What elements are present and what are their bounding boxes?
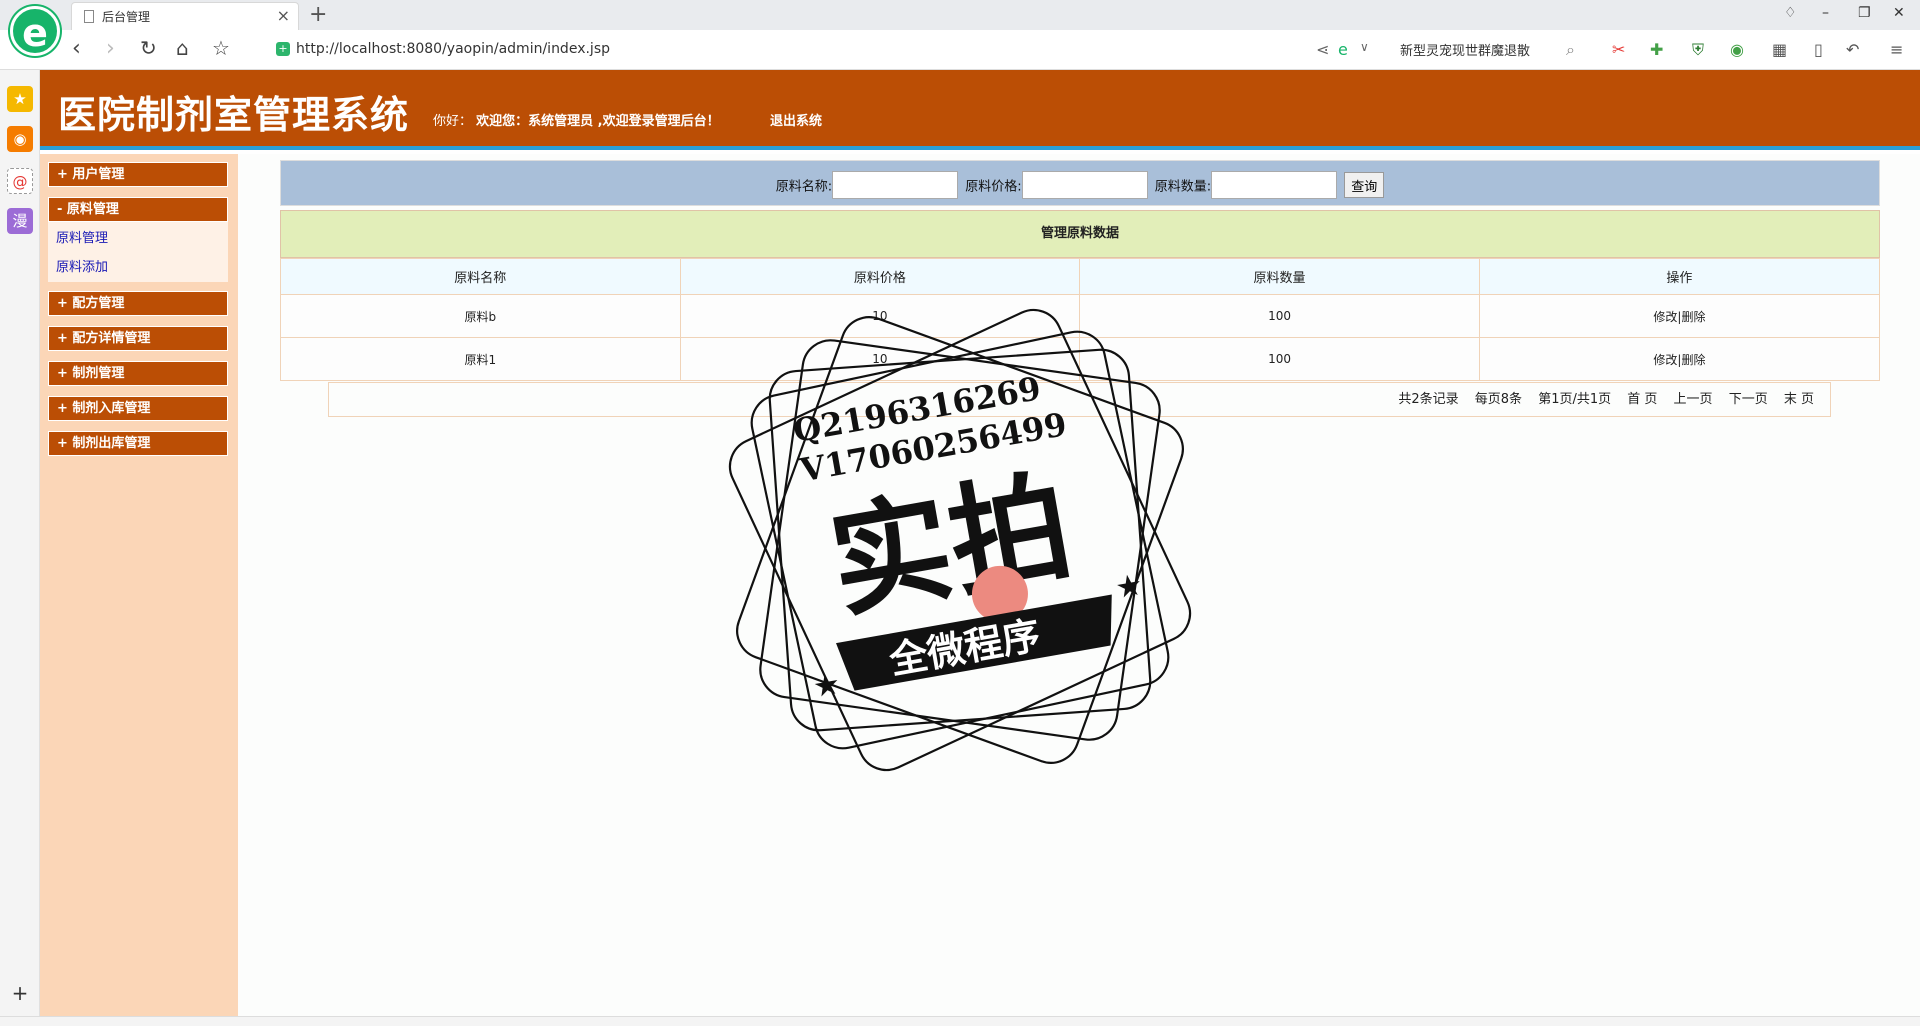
address-bar: ‹ › ↻ ⌂ ☆ + http://localhost:8080/yaopin… — [0, 30, 1920, 70]
col-name: 原料名称 — [280, 258, 681, 295]
weibo-icon[interactable]: ◉ — [7, 126, 33, 152]
pager-next[interactable]: 下一页 — [1729, 392, 1768, 407]
favorite-star-icon[interactable]: ☆ — [212, 36, 230, 60]
star-icon[interactable]: ★ — [7, 86, 33, 112]
menu-formula[interactable]: + 配方管理 — [48, 291, 228, 316]
mail-icon[interactable]: @ — [7, 168, 33, 194]
greeting-prefix: 你好： — [433, 114, 473, 129]
browser-logo-icon: e — [10, 6, 60, 56]
tab-title: 后台管理 — [102, 10, 151, 24]
page-title: 医院制剂室管理系统 — [58, 93, 410, 137]
qty-label: 原料数量: — [1154, 179, 1212, 195]
pager-total: 共2条记录 — [1398, 392, 1459, 407]
game-icon[interactable]: ◉ — [1730, 40, 1744, 59]
price-input[interactable] — [1021, 171, 1148, 199]
pager-page-info: 第1页/共1页 — [1538, 392, 1612, 407]
col-ops: 操作 — [1478, 258, 1881, 295]
extension-icon[interactable]: ✚ — [1650, 40, 1663, 59]
minimize-icon[interactable]: – — [1822, 5, 1829, 21]
menu-icon[interactable]: ≡ — [1890, 40, 1903, 59]
col-qty: 原料数量 — [1079, 258, 1480, 295]
ie-mode-icon[interactable]: e — [1338, 40, 1348, 59]
share-icon[interactable]: ⋖ — [1316, 40, 1329, 59]
chevron-down-icon[interactable]: ∨ — [1360, 40, 1369, 54]
submenu-material-manage[interactable]: 原料管理 — [56, 227, 108, 246]
home-icon[interactable]: ⌂ — [176, 36, 189, 60]
apps-icon[interactable]: ▦ — [1772, 40, 1787, 59]
greeting: 你好： 欢迎您：系统管理员 ,欢迎登录管理后台！ — [433, 110, 720, 129]
pager-per-page: 每页8条 — [1474, 392, 1523, 407]
pager-last[interactable]: 末 页 — [1784, 392, 1814, 407]
cell-name: 原料b — [280, 294, 681, 338]
edit-link[interactable]: 修改 — [1653, 353, 1677, 367]
comic-icon[interactable]: 漫 — [7, 208, 33, 234]
table-title: 管理原料数据 — [280, 210, 1880, 258]
add-icon[interactable]: + — [7, 980, 33, 1006]
qty-input[interactable] — [1211, 171, 1338, 199]
browser-tabbar: e 后台管理 × + ♢ – ❐ ✕ — [0, 0, 1920, 56]
delete-link[interactable]: 删除 — [1681, 310, 1705, 324]
back-icon[interactable]: ‹ — [72, 36, 81, 61]
close-window-icon[interactable]: ✕ — [1893, 5, 1905, 21]
search-input[interactable]: 新型灵宠现世群魔退散 — [1400, 40, 1530, 59]
menu-stock-out[interactable]: + 制剂出库管理 — [48, 431, 228, 456]
browser-tab[interactable]: 后台管理 × — [71, 2, 299, 30]
status-bar — [0, 1016, 1920, 1026]
logout-link[interactable]: 退出系统 — [770, 110, 822, 129]
edit-link[interactable]: 修改 — [1653, 310, 1677, 324]
forward-icon[interactable]: › — [106, 36, 115, 61]
menu-formula-detail[interactable]: + 配方详情管理 — [48, 326, 228, 351]
app-header: 医院制剂室管理系统 你好： 欢迎您：系统管理员 ,欢迎登录管理后台！ 退出系统 — [40, 70, 1920, 150]
url-field[interactable]: http://localhost:8080/yaopin/admin/index… — [296, 41, 610, 57]
secure-shield-icon: + — [276, 42, 290, 56]
menu-user[interactable]: + 用户管理 — [48, 162, 228, 187]
name-input[interactable] — [832, 171, 959, 199]
col-price: 原料价格 — [679, 258, 1081, 295]
reload-icon[interactable]: ↻ — [140, 36, 157, 60]
pager-first[interactable]: 首 页 — [1627, 392, 1657, 407]
search-bar: 原料名称: 原料价格: 原料数量: 查询 — [280, 160, 1880, 206]
greeting-text: 欢迎您：系统管理员 ,欢迎登录管理后台！ — [476, 114, 720, 129]
material-submenu: 原料管理 原料添加 — [48, 222, 228, 282]
shield-icon[interactable]: ⛨ — [1692, 40, 1704, 60]
cell-ops: 修改|删除 — [1478, 337, 1881, 381]
watermark-stamp: Q2196316269 V17060256499 实拍 全微程序 ★ ★ — [728, 308, 1192, 772]
scissors-icon[interactable]: ✂ — [1612, 40, 1625, 59]
submenu-material-add[interactable]: 原料添加 — [56, 256, 108, 275]
new-tab-icon[interactable]: + — [309, 2, 327, 27]
cell-ops: 修改|删除 — [1478, 294, 1881, 338]
undo-icon[interactable]: ↶ — [1846, 40, 1859, 59]
page-icon — [84, 10, 94, 23]
menu-material[interactable]: - 原料管理 — [48, 197, 228, 222]
search-icon[interactable]: ⌕ — [1566, 40, 1575, 60]
menu-stock-in[interactable]: + 制剂入库管理 — [48, 396, 228, 421]
skin-icon[interactable]: ♢ — [1784, 5, 1797, 21]
close-icon[interactable]: × — [277, 6, 290, 25]
delete-link[interactable]: 删除 — [1681, 353, 1705, 367]
star-left-icon: ★ — [810, 666, 843, 705]
menu-preparation[interactable]: + 制剂管理 — [48, 361, 228, 386]
sidebar: + 用户管理 - 原料管理 原料管理 原料添加 + 配方管理 + 配方详情管理 … — [40, 154, 238, 1016]
pager-prev[interactable]: 上一页 — [1674, 392, 1713, 407]
name-label: 原料名称: — [775, 179, 833, 195]
reader-icon[interactable]: ▯ — [1814, 40, 1823, 59]
restore-icon[interactable]: ❐ — [1858, 5, 1871, 21]
query-button[interactable]: 查询 — [1344, 172, 1385, 198]
price-label: 原料价格: — [965, 179, 1022, 195]
cell-name: 原料1 — [280, 337, 681, 381]
browser-sidebar: ★ ◉ @ 漫 + — [0, 70, 40, 1016]
